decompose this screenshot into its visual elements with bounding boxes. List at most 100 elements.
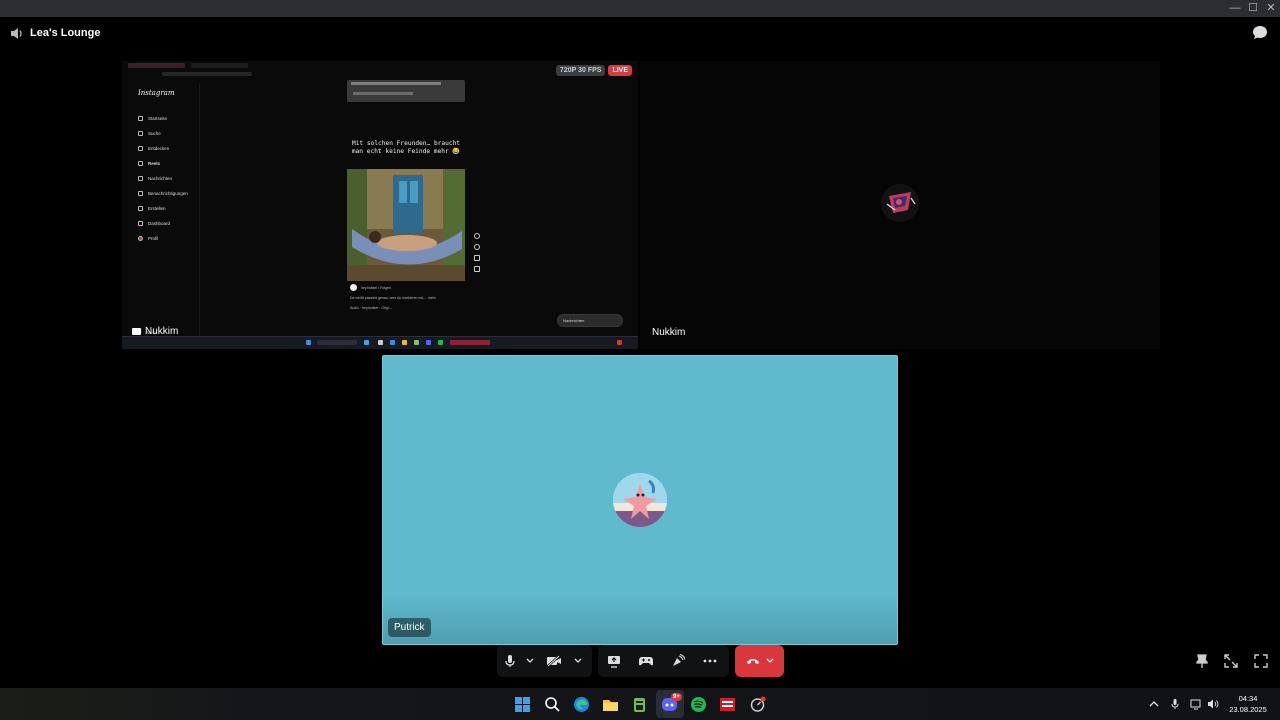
- camera-options-button[interactable]: [571, 645, 585, 677]
- system-clock[interactable]: 04:34 23.08.2025: [1226, 693, 1270, 715]
- browser-tab: [128, 63, 185, 68]
- window-titlebar: — ☐ ✕: [0, 0, 1280, 17]
- reel-actions: [472, 233, 482, 272]
- quality-badge: 720P 30 FPS: [555, 65, 606, 76]
- search-icon: [138, 131, 143, 136]
- microphone-icon[interactable]: [1169, 698, 1181, 710]
- activity-button[interactable]: [630, 645, 662, 677]
- clock-date: 23.08.2025: [1229, 705, 1267, 714]
- audio-video-controls: [497, 645, 592, 677]
- channel-name: Lea's Lounge: [30, 27, 101, 39]
- search-box: [317, 340, 357, 345]
- ig-nav-item: Nachrichten: [138, 171, 198, 186]
- close-button[interactable]: ✕: [1262, 1, 1280, 16]
- hang-up-icon: [746, 659, 759, 664]
- reel-caption: Mit solchen Freunden… braucht man echt k…: [351, 140, 461, 155]
- streamed-taskbar: [122, 336, 638, 349]
- popout-icon[interactable]: [1223, 653, 1239, 669]
- more-icon: [703, 659, 717, 663]
- os-taskbar: 9+: [0, 688, 1280, 720]
- browser-tabs: [128, 63, 248, 69]
- volume-icon[interactable]: [1207, 698, 1219, 710]
- ig-nav-item: Suche: [138, 126, 198, 141]
- app-icon: [438, 340, 443, 345]
- minimize-button[interactable]: —: [1226, 1, 1244, 16]
- share-icon: [474, 255, 480, 261]
- avatar: [613, 473, 667, 527]
- browser-tab: [191, 63, 248, 68]
- windows-start-icon[interactable]: [514, 696, 531, 713]
- heart-icon: [138, 191, 143, 196]
- microphone-icon: [505, 655, 515, 667]
- live-badge: LIVE: [608, 65, 632, 76]
- like-icon: [474, 233, 480, 239]
- camera-button[interactable]: [537, 645, 571, 677]
- home-icon: [138, 116, 143, 121]
- screen-share-icon: [132, 328, 141, 335]
- channel-header: Lea's Lounge: [10, 25, 100, 41]
- chevron-up-icon[interactable]: [1148, 698, 1160, 710]
- record-icon: [617, 340, 622, 345]
- participant-tile-nukkim[interactable]: Nukkim: [640, 61, 1160, 349]
- chevron-down-icon: [526, 658, 534, 663]
- profile-icon: [138, 236, 143, 241]
- instagram-nav: Startseite Suche Entdecken Reels Nachric…: [138, 111, 198, 246]
- app-icon: [364, 340, 369, 345]
- clock-time: 04:34: [1238, 694, 1258, 703]
- hang-up-button[interactable]: [735, 645, 784, 677]
- app-icon: [450, 340, 490, 345]
- app-icon[interactable]: [749, 696, 766, 713]
- notification-badge: 9+: [671, 693, 682, 701]
- bookmark-icon: [474, 266, 480, 272]
- messages-pill: Nachrichten: [557, 314, 623, 327]
- messages-icon: [138, 176, 143, 181]
- ig-nav-item: Startseite: [138, 111, 198, 126]
- display-icon[interactable]: [1190, 698, 1202, 710]
- participant-tile-putrick[interactable]: Putrick: [382, 355, 898, 645]
- fullscreen-icon[interactable]: [1253, 653, 1269, 669]
- ig-nav-item: Benachrichtigungen: [138, 186, 198, 201]
- instagram-logo: Instagram: [138, 89, 175, 97]
- ig-nav-item: Reels: [138, 156, 198, 171]
- participant-name: Putrick: [388, 618, 431, 637]
- app-icon: [390, 340, 395, 345]
- file-explorer-icon[interactable]: [602, 696, 619, 713]
- more-button[interactable]: [694, 645, 726, 677]
- stream-badges: 720P 30 FPS LIVE: [555, 65, 632, 76]
- edge-browser-icon[interactable]: [573, 696, 590, 713]
- screen-share-icon: [608, 655, 620, 668]
- activity-controls: [598, 645, 729, 677]
- app-icon: [414, 340, 419, 345]
- pin-icon[interactable]: [1194, 653, 1210, 669]
- activity-icon: [639, 657, 653, 666]
- app-icon: [402, 340, 407, 345]
- mute-button[interactable]: [497, 645, 523, 677]
- explore-icon: [138, 146, 143, 151]
- soundboard-icon: [673, 654, 685, 666]
- chevron-down-icon: [574, 658, 582, 663]
- chat-icon[interactable]: [1251, 24, 1269, 42]
- soundboard-button[interactable]: [662, 645, 694, 677]
- reel-image: [347, 169, 465, 281]
- voice-channel-icon: [11, 27, 22, 39]
- spotify-icon[interactable]: [690, 696, 707, 713]
- dashboard-icon: [138, 221, 143, 226]
- maximize-button[interactable]: ☐: [1244, 1, 1262, 16]
- reels-icon: [138, 161, 143, 166]
- android-app-icon[interactable]: [631, 696, 648, 713]
- ig-nav-item: Entdecken: [138, 141, 198, 156]
- reel-top-card: [347, 80, 465, 102]
- mic-options-button[interactable]: [523, 645, 537, 677]
- create-icon: [138, 206, 143, 211]
- participant-name: Nukkim: [652, 327, 686, 338]
- media-app-icon[interactable]: [719, 696, 736, 713]
- camera-off-icon: [547, 655, 561, 667]
- stream-tile[interactable]: 720P 30 FPS LIVE Instagram Startseite Su…: [122, 61, 638, 349]
- screen-share-button[interactable]: [598, 645, 630, 677]
- ig-nav-item: Dashboard: [138, 216, 198, 231]
- reel-user-avatar: [350, 284, 357, 291]
- ig-nav-item: Profil: [138, 231, 198, 246]
- start-icon: [306, 340, 311, 345]
- chevron-down-icon[interactable]: [766, 658, 774, 664]
- search-icon[interactable]: [544, 696, 561, 713]
